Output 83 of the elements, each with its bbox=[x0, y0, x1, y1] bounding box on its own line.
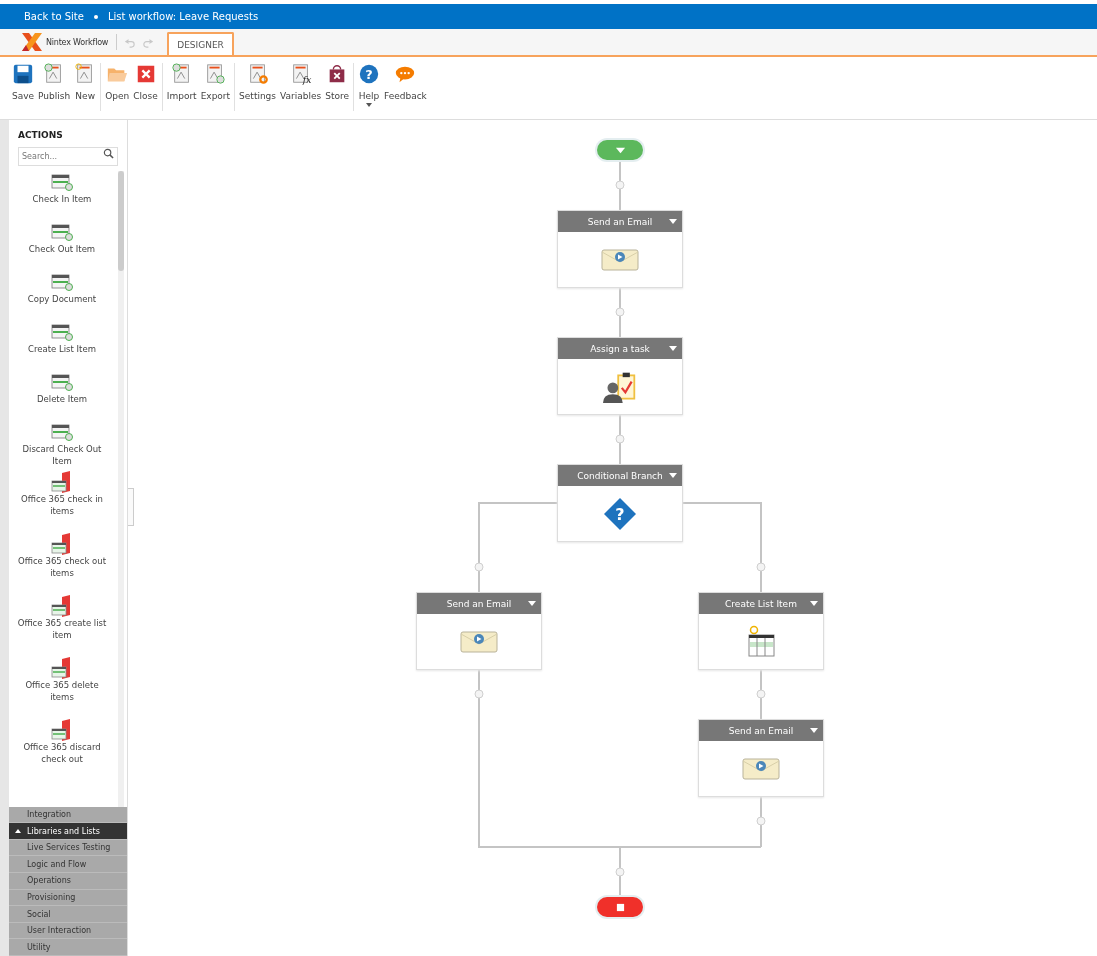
action-node[interactable]: Create List Item bbox=[698, 592, 824, 670]
action-node[interactable]: Send an Email bbox=[698, 719, 824, 797]
store-button[interactable]: Store bbox=[323, 63, 351, 101]
brand-name: Nintex Workflow bbox=[46, 37, 109, 47]
save-button[interactable]: Save bbox=[10, 63, 37, 101]
node-title: Send an Email bbox=[587, 216, 653, 227]
drop-point[interactable] bbox=[756, 816, 766, 826]
drop-point[interactable] bbox=[474, 689, 484, 699]
category-item[interactable]: Utility bbox=[9, 939, 127, 956]
settings-button[interactable]: Settings bbox=[237, 63, 279, 101]
node-title: Send an Email bbox=[446, 598, 512, 609]
logo-icon bbox=[20, 31, 44, 53]
drop-point[interactable] bbox=[615, 867, 625, 877]
action-node[interactable]: Assign a task bbox=[557, 337, 683, 415]
action-node[interactable]: Send an Email bbox=[416, 592, 542, 670]
caret-icon[interactable] bbox=[669, 219, 677, 224]
drop-point[interactable] bbox=[474, 562, 484, 572]
list-icon bbox=[50, 271, 74, 293]
save-icon bbox=[12, 63, 35, 85]
action-item[interactable]: Copy Document bbox=[9, 271, 115, 321]
publish-button[interactable]: Publish bbox=[36, 63, 73, 101]
caret-icon[interactable] bbox=[669, 473, 677, 478]
category-item[interactable]: User Interaction bbox=[9, 922, 127, 940]
list-icon bbox=[50, 221, 74, 243]
node-title: Conditional Branch bbox=[577, 470, 663, 481]
drop-point[interactable] bbox=[756, 689, 766, 699]
category-item[interactable]: Live Services Testing bbox=[9, 839, 127, 857]
action-item[interactable]: Office 365 create list item bbox=[9, 595, 115, 657]
close-button[interactable]: Close bbox=[131, 63, 160, 101]
help-button[interactable]: ? Help bbox=[355, 63, 382, 107]
list-icon bbox=[50, 421, 74, 443]
search-icon bbox=[103, 148, 114, 159]
designer-tab[interactable]: DESIGNER bbox=[167, 32, 234, 55]
category-item[interactable]: Logic and Flow bbox=[9, 856, 127, 874]
action-node[interactable]: Conditional Branch ? bbox=[557, 464, 683, 542]
list-icon bbox=[50, 371, 74, 393]
list-icon bbox=[50, 171, 74, 193]
search-field[interactable]: Search... bbox=[18, 147, 118, 166]
drop-point[interactable] bbox=[615, 434, 625, 444]
action-node[interactable]: Send an Email bbox=[557, 210, 683, 288]
help-icon: ? bbox=[357, 63, 380, 85]
action-item[interactable]: Discard Check Out Item bbox=[9, 421, 115, 471]
node-title: Assign a task bbox=[590, 343, 650, 354]
caret-icon[interactable] bbox=[810, 601, 818, 606]
action-item[interactable]: Create List Item bbox=[9, 321, 115, 371]
list-icon bbox=[50, 321, 74, 343]
action-item[interactable]: Check Out Item bbox=[9, 221, 115, 271]
category-item[interactable]: Social bbox=[9, 906, 127, 923]
category-item[interactable]: Operations bbox=[9, 873, 127, 890]
action-item[interactable]: Delete Item bbox=[9, 371, 115, 421]
document-icon bbox=[204, 63, 227, 85]
action-item[interactable]: Office 365 discard check out bbox=[9, 719, 115, 781]
scrollbar[interactable] bbox=[118, 171, 124, 807]
breadcrumb-link[interactable]: Back to Site bbox=[24, 11, 84, 22]
feedback-button[interactable]: Feedback bbox=[381, 63, 429, 107]
connector-line bbox=[619, 414, 621, 465]
panel-title: ACTIONS bbox=[17, 129, 64, 142]
node-title: Send an Email bbox=[728, 725, 794, 736]
drop-point[interactable] bbox=[615, 307, 625, 317]
breadcrumb-separator-icon bbox=[93, 14, 98, 19]
category-item[interactable]: Libraries and Lists bbox=[9, 823, 127, 840]
node-title: Create List Item bbox=[725, 598, 797, 609]
action-item[interactable]: Office 365 check out items bbox=[9, 533, 115, 595]
action-item[interactable]: Office 365 delete items bbox=[9, 657, 115, 719]
open-button[interactable]: Open bbox=[103, 63, 132, 101]
new-button[interactable]: New bbox=[72, 63, 99, 101]
category-item[interactable]: Provisioning bbox=[9, 889, 127, 907]
drop-point[interactable] bbox=[615, 180, 625, 190]
import-button[interactable]: Import bbox=[164, 63, 199, 101]
connector-line bbox=[619, 287, 621, 338]
action-item[interactable]: Office 365 check in items bbox=[9, 471, 115, 533]
caret-icon[interactable] bbox=[528, 601, 536, 606]
connector-line bbox=[619, 159, 621, 211]
down-triangle-icon bbox=[614, 145, 626, 155]
breadcrumb-link[interactable]: List workflow: Leave Requests bbox=[107, 11, 259, 22]
action-item[interactable]: Check In Item bbox=[9, 171, 115, 221]
variables-button[interactable]: fx Variables bbox=[278, 63, 324, 101]
splitter-handle[interactable] bbox=[128, 488, 134, 526]
caret-icon[interactable] bbox=[810, 728, 818, 733]
stop-icon bbox=[614, 902, 626, 912]
drop-point[interactable] bbox=[756, 562, 766, 572]
caret-icon[interactable] bbox=[669, 346, 677, 351]
export-button[interactable]: Export bbox=[198, 63, 233, 101]
